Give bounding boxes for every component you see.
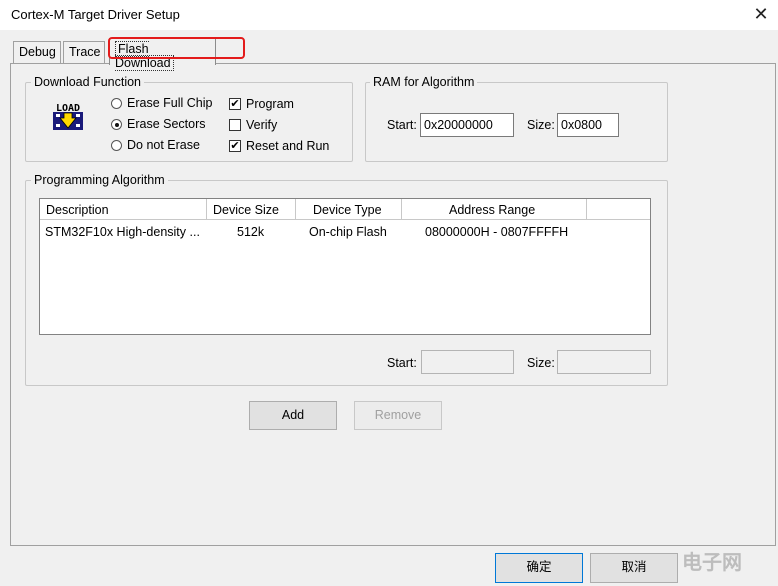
- radio-erase-full-chip[interactable]: [111, 98, 122, 109]
- close-icon[interactable]: ✕: [748, 2, 774, 26]
- tab-trace[interactable]: Trace: [63, 41, 105, 63]
- programming-algorithm-label: Programming Algorithm: [31, 173, 168, 187]
- highlight-annotation: [108, 37, 245, 59]
- checkbox-reset-and-run[interactable]: ✔: [229, 140, 241, 152]
- row-device-size: 512k: [237, 225, 265, 239]
- radio-erase-sectors[interactable]: [111, 119, 122, 130]
- column-header-description[interactable]: Description: [40, 199, 207, 220]
- remove-button[interactable]: Remove: [354, 401, 442, 430]
- algo-size-input[interactable]: [557, 350, 651, 374]
- erase-sectors-label: Erase Sectors: [127, 117, 206, 131]
- ram-start-input[interactable]: 0x20000000: [420, 113, 514, 137]
- ram-size-label: Size:: [527, 118, 555, 132]
- tab-debug[interactable]: Debug: [13, 41, 61, 63]
- checkbox-program[interactable]: ✔: [229, 98, 241, 110]
- add-button[interactable]: Add: [249, 401, 337, 430]
- do-not-erase-label: Do not Erase: [127, 138, 200, 152]
- title-bar: Cortex-M Target Driver Setup ✕: [0, 0, 778, 30]
- column-header-device-type[interactable]: Device Type: [296, 199, 402, 220]
- reset-and-run-label: Reset and Run: [246, 139, 330, 153]
- radio-do-not-erase[interactable]: [111, 140, 122, 151]
- program-label: Program: [246, 97, 294, 111]
- ram-size-input[interactable]: 0x0800: [557, 113, 619, 137]
- erase-full-chip-label: Erase Full Chip: [127, 96, 213, 110]
- algo-start-label: Start:: [387, 356, 417, 370]
- watermark-text: 电子网: [682, 552, 742, 574]
- row-address-range: 08000000H - 0807FFFFH: [425, 225, 569, 239]
- tab-label: Debug: [19, 45, 56, 59]
- verify-label: Verify: [246, 118, 278, 132]
- column-header-device-size[interactable]: Device Size: [207, 199, 296, 220]
- column-header-empty: [587, 199, 650, 220]
- row-device-type: On-chip Flash: [309, 225, 387, 239]
- ram-for-algorithm-label: RAM for Algorithm: [370, 75, 478, 89]
- download-function-label: Download Function: [31, 75, 145, 89]
- row-description: STM32F10x High-density ...: [45, 225, 200, 239]
- algo-start-input[interactable]: [421, 350, 514, 374]
- load-icon: LOAD: [52, 101, 84, 133]
- watermark: 电子网: [622, 540, 778, 586]
- ok-button[interactable]: 确定: [495, 553, 583, 583]
- window-title: Cortex-M Target Driver Setup: [11, 7, 180, 22]
- algorithm-list[interactable]: Description Device Size Device Type Addr…: [39, 198, 651, 335]
- tab-label: Trace: [69, 45, 101, 59]
- column-header-address-range[interactable]: Address Range: [402, 199, 587, 220]
- checkbox-verify[interactable]: [229, 119, 241, 131]
- algo-size-label: Size:: [527, 356, 555, 370]
- ram-start-label: Start:: [387, 118, 417, 132]
